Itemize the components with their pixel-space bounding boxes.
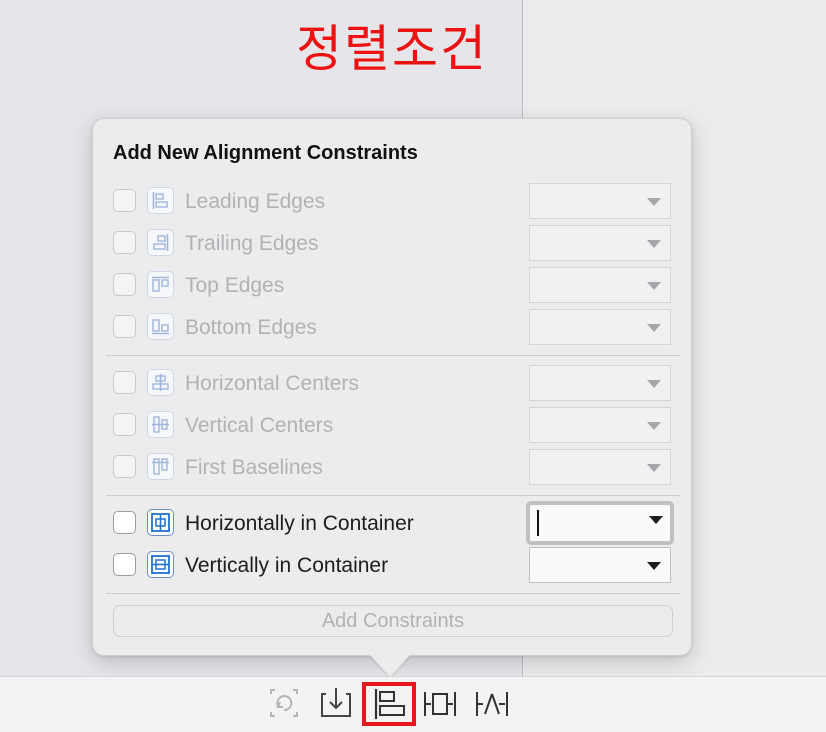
leading-edges-icon	[147, 187, 174, 214]
vertically-in-container-icon	[147, 551, 174, 578]
vertical-centers-label: Vertical Centers	[185, 414, 334, 437]
constraint-row-horizontal-centers: Horizontal Centers	[113, 365, 673, 401]
popover-arrow	[370, 655, 410, 677]
constraint-row-vertically-in-container: Vertically in Container	[113, 547, 673, 583]
horizontally-in-container-icon	[147, 509, 174, 536]
top-edges-label: Top Edges	[185, 274, 285, 297]
first-baselines-checkbox[interactable]	[113, 455, 136, 478]
section-divider	[106, 593, 680, 594]
chevron-down-icon	[647, 422, 661, 430]
constraint-row-bottom-edges: Bottom Edges	[113, 309, 673, 345]
horizontally-in-container-checkbox[interactable]	[113, 511, 136, 534]
align-icon[interactable]	[362, 682, 416, 726]
add-constraints-icon[interactable]	[422, 684, 458, 724]
leading-edges-dropdown[interactable]	[529, 183, 671, 219]
first-baselines-dropdown[interactable]	[529, 449, 671, 485]
horizontal-centers-label: Horizontal Centers	[185, 372, 359, 395]
bottom-edges-dropdown[interactable]	[529, 309, 671, 345]
alignment-popover: Add New Alignment Constraints Leading Ed…	[92, 118, 692, 656]
vertical-centers-checkbox[interactable]	[113, 413, 136, 436]
horizontal-centers-dropdown[interactable]	[529, 365, 671, 401]
vertical-centers-icon	[147, 411, 174, 438]
top-edges-icon	[147, 271, 174, 298]
first-baselines-icon	[147, 453, 174, 480]
constraint-row-first-baselines: First Baselines	[113, 449, 673, 485]
top-edges-dropdown[interactable]	[529, 267, 671, 303]
chevron-down-icon	[647, 240, 661, 248]
chevron-down-icon	[649, 516, 663, 524]
bottom-edges-icon	[147, 313, 174, 340]
trailing-edges-checkbox[interactable]	[113, 231, 136, 254]
section-divider	[106, 495, 680, 496]
trailing-edges-dropdown[interactable]	[529, 225, 671, 261]
chevron-down-icon	[647, 380, 661, 388]
horizontal-centers-checkbox[interactable]	[113, 371, 136, 394]
constraint-row-trailing-edges: Trailing Edges	[113, 225, 673, 261]
chevron-down-icon	[647, 198, 661, 206]
trailing-edges-label: Trailing Edges	[185, 232, 319, 255]
chevron-down-icon	[647, 562, 661, 570]
chevron-down-icon	[647, 324, 661, 332]
resolve-issues-icon[interactable]	[474, 684, 510, 724]
top-edges-checkbox[interactable]	[113, 273, 136, 296]
horizontally-in-container-dropdown[interactable]	[526, 501, 674, 545]
chevron-down-icon	[647, 282, 661, 290]
bottom-edges-checkbox[interactable]	[113, 315, 136, 338]
leading-edges-label: Leading Edges	[185, 190, 326, 213]
vertically-in-container-dropdown[interactable]	[529, 547, 671, 583]
leading-edges-checkbox[interactable]	[113, 189, 136, 212]
update-frames-icon[interactable]	[266, 684, 302, 724]
horizontal-centers-icon	[147, 369, 174, 396]
constraint-row-top-edges: Top Edges	[113, 267, 673, 303]
constraint-row-horizontally-in-container: Horizontally in Container	[113, 501, 674, 545]
section-divider	[106, 355, 680, 356]
first-baselines-label: First Baselines	[185, 456, 323, 479]
popover-title: Add New Alignment Constraints	[113, 142, 418, 164]
embed-in-icon[interactable]	[318, 684, 354, 724]
vertical-centers-dropdown[interactable]	[529, 407, 671, 443]
bottom-edges-label: Bottom Edges	[185, 316, 317, 339]
vertically-in-container-label: Vertically in Container	[185, 554, 389, 577]
constraint-row-leading-edges: Leading Edges	[113, 183, 673, 219]
constraint-row-vertical-centers: Vertical Centers	[113, 407, 673, 443]
horizontally-in-container-label: Horizontally in Container	[185, 512, 414, 535]
trailing-edges-icon	[147, 229, 174, 256]
vertically-in-container-checkbox[interactable]	[113, 553, 136, 576]
add-constraints-button[interactable]: Add Constraints	[113, 605, 673, 637]
text-cursor	[537, 510, 539, 536]
annotation-label: 정렬조건	[296, 20, 488, 78]
chevron-down-icon	[647, 464, 661, 472]
